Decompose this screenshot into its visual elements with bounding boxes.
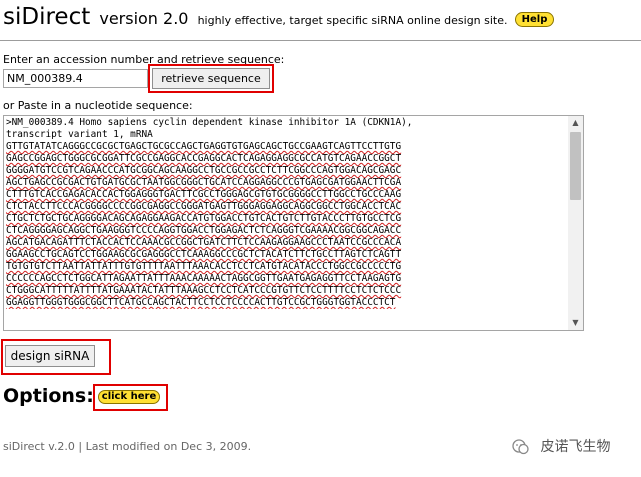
- sequence-line: GAGCCGGAGCTGGGCGCGGATTCGCCGAGGCACCGAGGCA…: [6, 153, 402, 164]
- sequence-line: CTGGGCATTTTTATTTTATGAAATACTATTTAAAGCCTCC…: [6, 285, 402, 296]
- page-header: siDirect version 2.0 highly effective, t…: [3, 4, 555, 30]
- sequence-line: TGTGTGTCTTAATTATTATTTGTGTTTTAATTTAAACACC…: [6, 261, 402, 272]
- accession-label: Enter an accession number and retrieve s…: [3, 53, 285, 66]
- scrollbar-thumb[interactable]: [570, 132, 581, 200]
- sequence-line: GGGGATGTCCGTCAGAACCCATGCGGCAGCAAGGCCTGCC…: [6, 165, 402, 176]
- sequence-line: CTCAGGGGAGCAGGCTGAAGGGTCCCCAGGTGGACCTGGA…: [6, 225, 402, 236]
- app-tagline: highly effective, target specific siRNA …: [197, 14, 508, 27]
- app-version: version 2.0: [99, 9, 189, 28]
- watermark-text: 皮诺飞生物: [540, 439, 611, 455]
- app-title: siDirect: [3, 4, 91, 30]
- sequence-line: AGCATGACAGATTTCTACCACTCCAAACGCCGGCTGATCT…: [6, 237, 402, 248]
- watermark: 皮诺飞生物: [512, 436, 610, 456]
- sequence-line: GGAAGCCTGCAGTCCTGGAAGCGCGAGGGCCTCAAAGGCC…: [6, 249, 402, 260]
- retrieve-sequence-button[interactable]: retrieve sequence: [152, 68, 270, 89]
- accession-input[interactable]: [3, 69, 148, 88]
- sequence-label: or Paste in a nucleotide sequence:: [3, 99, 193, 112]
- sequence-line: GTTGTATATCAGGGCCGCGCTGAGCTGCGCCAGCTGAGGT…: [6, 141, 402, 152]
- design-sirna-button[interactable]: design siRNA: [5, 345, 95, 367]
- sequence-line: CCCCCCAGCCTCTGGCATTAGAATTATTTAAACAAAAACT…: [6, 273, 402, 284]
- sequence-textarea[interactable]: >NM_000389.4 Homo sapiens cyclin depende…: [3, 115, 584, 331]
- sequence-line: CTTTGTCACCGAGACACCACTGGAGGGTGACTTCGCCTGG…: [6, 189, 402, 200]
- sequence-line: CTCTACCTTCCCACGGGGCCCCGGCGAGGCCGGGATGAGT…: [6, 201, 402, 212]
- options-label: Options:: [3, 385, 94, 407]
- scroll-down-arrow-icon[interactable]: ▼: [568, 316, 583, 330]
- wechat-icon: [512, 439, 529, 455]
- sequence-line: GGAGGTTGGGTGGGCGGCTTCATGCCAGCTACTTCCTCCT…: [6, 297, 396, 308]
- sequence-line: AGCTGAGCCGCGACTGTGATGCGCTAATGGCGGGCTGCAT…: [6, 177, 402, 188]
- sequence-line: CTGCTCTGCTGCAGGGGACAGCAGAGGAAGACCATGTGGA…: [6, 213, 402, 224]
- sequence-header-line: >NM_000389.4 Homo sapiens cyclin depende…: [6, 117, 413, 128]
- sequence-header-line: transcript variant 1, mRNA: [6, 129, 153, 140]
- header-divider: [0, 40, 641, 41]
- sequence-content: >NM_000389.4 Homo sapiens cyclin depende…: [6, 117, 566, 309]
- footer-text: siDirect v.2.0 | Last modified on Dec 3,…: [3, 440, 252, 453]
- scroll-up-arrow-icon[interactable]: ▲: [568, 116, 583, 130]
- sequence-scrollbar[interactable]: ▲ ▼: [568, 116, 583, 330]
- options-click-here-button[interactable]: click here: [98, 390, 160, 404]
- help-button[interactable]: Help: [514, 12, 555, 27]
